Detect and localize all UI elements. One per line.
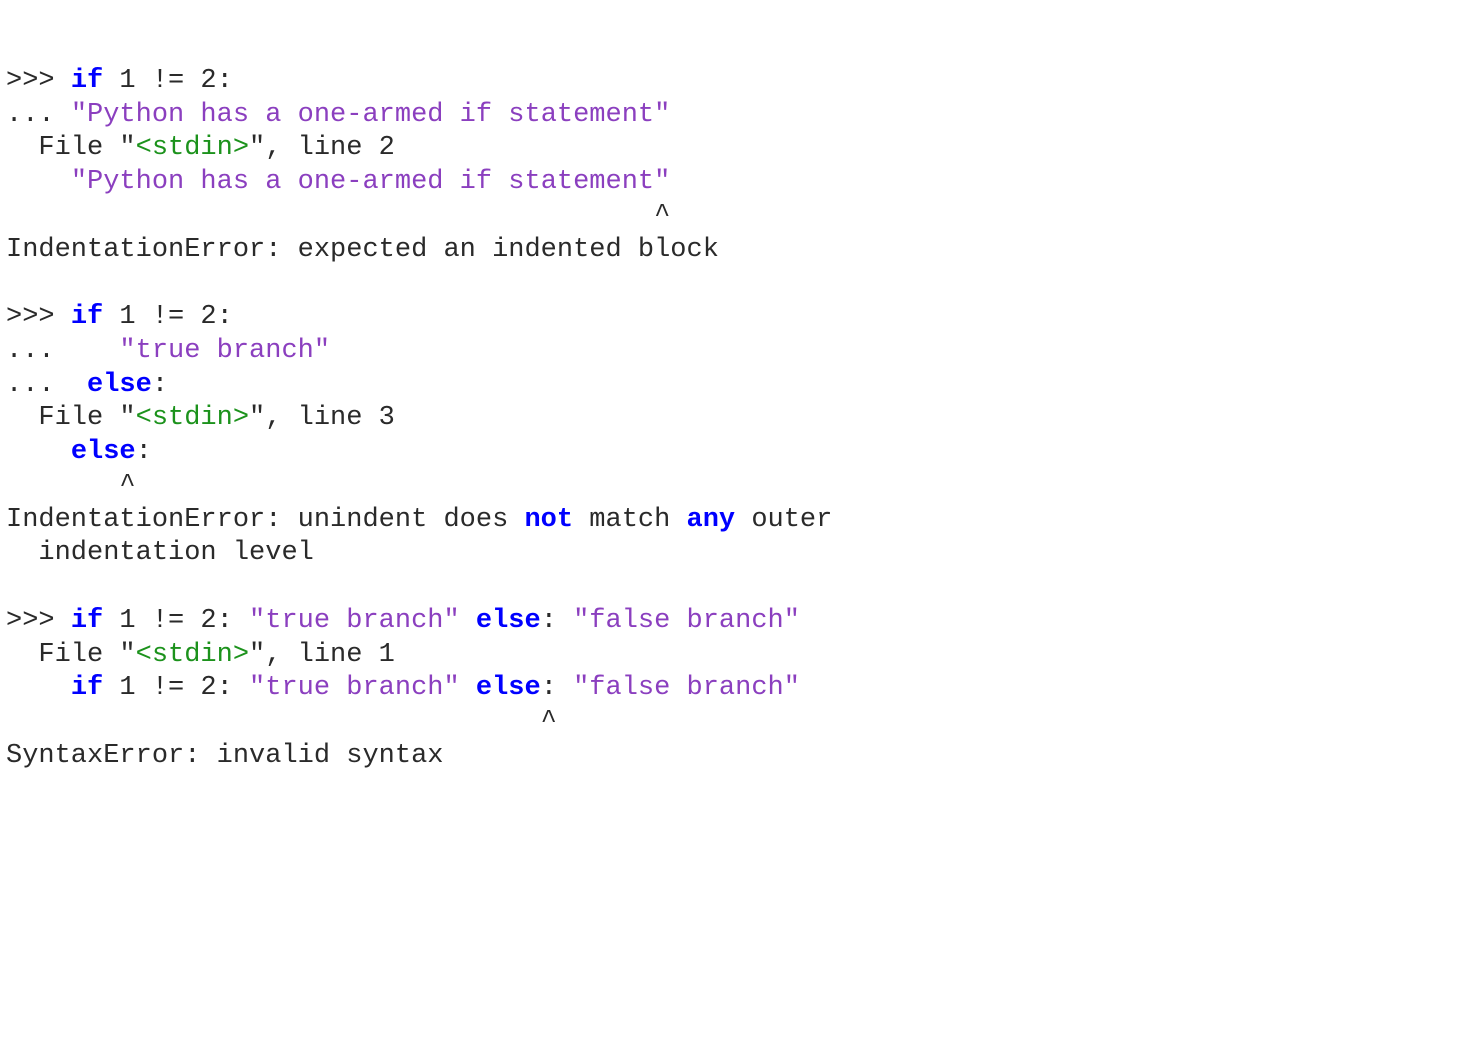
code-line — [6, 267, 1464, 301]
code-line: ^ — [6, 200, 1464, 234]
code-line: ^ — [6, 470, 1464, 504]
code-line: indentation level — [6, 537, 1464, 571]
code-line: ... "true branch" — [6, 335, 1464, 369]
code-line: File "<stdin>", line 1 — [6, 639, 1464, 673]
code-line: IndentationError: unindent does not matc… — [6, 504, 1464, 538]
code-line: ^ — [6, 706, 1464, 740]
code-line: SyntaxError: invalid syntax — [6, 740, 1464, 774]
code-line: if 1 != 2: "true branch" else: "false br… — [6, 672, 1464, 706]
code-line: ... else: — [6, 369, 1464, 403]
code-block: >>> if 1 != 2:... "Python has a one-arme… — [6, 65, 1464, 774]
code-line: >>> if 1 != 2: "true branch" else: "fals… — [6, 605, 1464, 639]
code-line: File "<stdin>", line 2 — [6, 132, 1464, 166]
code-line: ... "Python has a one-armed if statement… — [6, 99, 1464, 133]
code-line: "Python has a one-armed if statement" — [6, 166, 1464, 200]
code-line — [6, 571, 1464, 605]
code-line: >>> if 1 != 2: — [6, 65, 1464, 99]
code-line: else: — [6, 436, 1464, 470]
code-line: IndentationError: expected an indented b… — [6, 234, 1464, 268]
code-line: >>> if 1 != 2: — [6, 301, 1464, 335]
code-line: File "<stdin>", line 3 — [6, 402, 1464, 436]
